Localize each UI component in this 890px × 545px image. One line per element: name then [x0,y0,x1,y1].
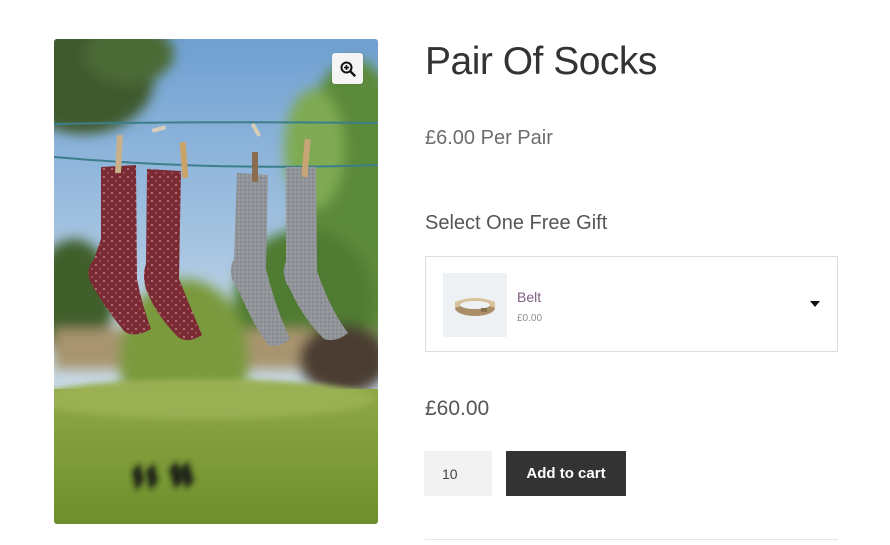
zoom-in-icon [340,61,356,77]
product-title: Pair Of Socks [425,40,657,83]
zoom-button[interactable] [332,53,363,84]
divider [425,539,838,540]
product-image[interactable] [54,39,378,524]
quantity-input[interactable] [424,451,492,496]
add-to-cart-button[interactable]: Add to cart [506,451,626,496]
gift-name: Belt [517,289,542,305]
belt-image [455,298,495,316]
gift-thumbnail [443,273,507,337]
free-gift-heading: Select One Free Gift [425,212,608,234]
caret-down-icon[interactable] [810,301,820,307]
gift-price: £0.00 [517,313,543,324]
product-price: £60.00 [425,397,490,420]
socks-photo [54,39,378,524]
price-per-pair: £6.00 Per Pair [425,127,553,149]
free-gift-dropdown[interactable]: Belt £0.00 [425,256,838,352]
